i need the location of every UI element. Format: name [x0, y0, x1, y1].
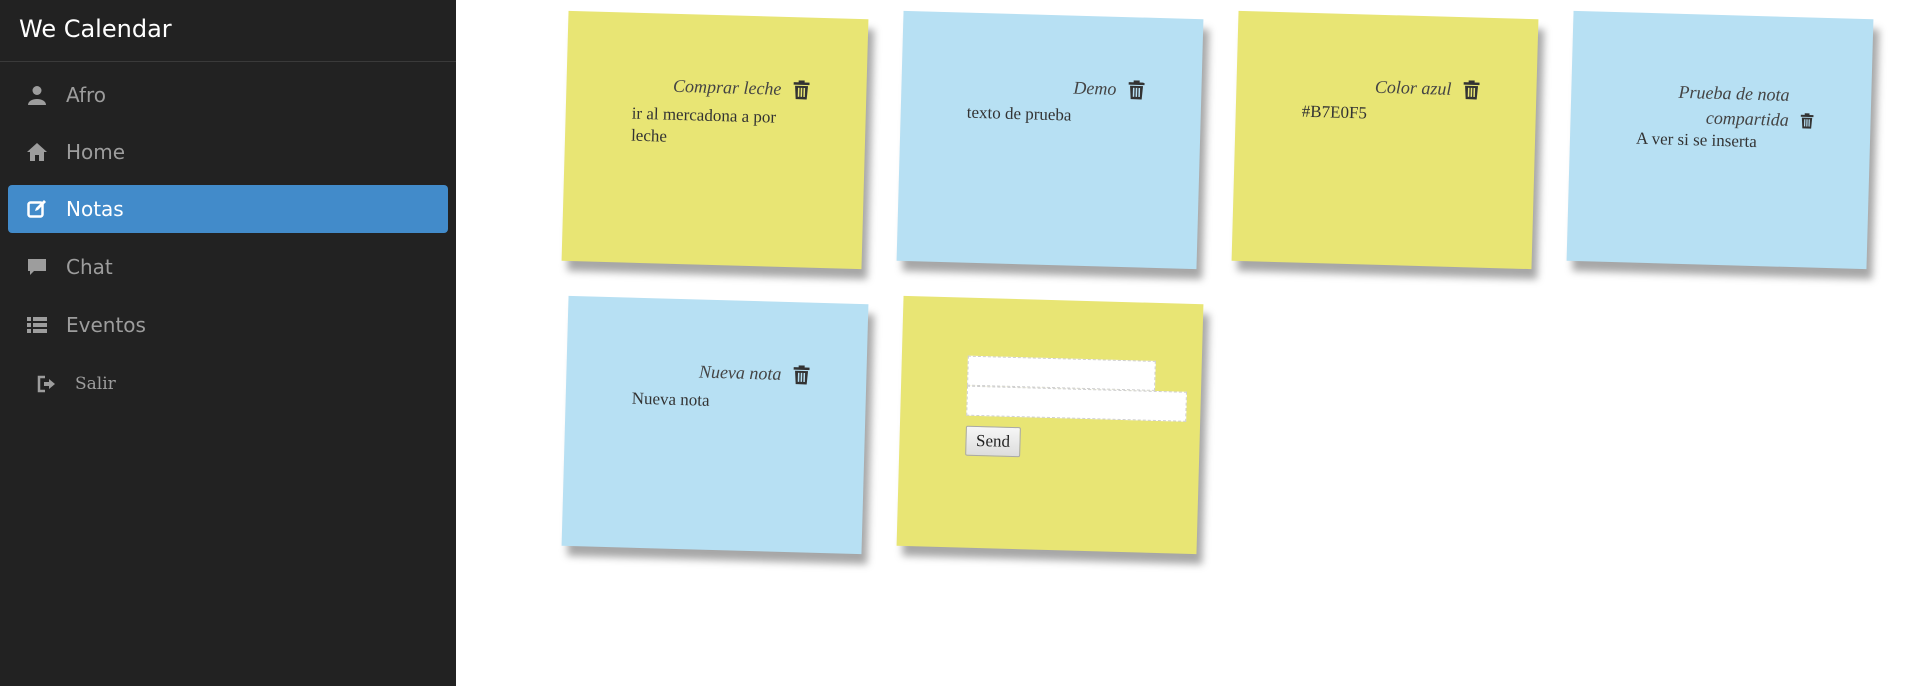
nav-item-label: Salir [75, 374, 116, 394]
logout-icon [34, 372, 58, 396]
nav-item-eventos[interactable]: Eventos [8, 301, 448, 349]
note-body: texto de prueba [966, 102, 1072, 125]
comment-icon [25, 255, 49, 279]
nav-item-home[interactable]: Home [8, 128, 448, 176]
trash-icon[interactable] [1463, 80, 1480, 100]
trash-icon[interactable] [1128, 80, 1145, 100]
trash-icon[interactable] [793, 80, 810, 100]
note-title: Comprar leche [672, 75, 782, 99]
sidebar: We Calendar Afro Home Notas Chat Eventos [0, 0, 456, 686]
nav-item-salir[interactable]: Salir [8, 360, 448, 408]
edit-icon [25, 197, 49, 221]
note-card[interactable]: Demo texto de prueba [896, 10, 1204, 270]
nav-item-chat[interactable]: Chat [8, 243, 448, 291]
note-card[interactable]: Nueva nota Nueva nota [561, 295, 869, 555]
nav-item-label: Home [66, 140, 126, 164]
nav-item-label: Notas [66, 197, 124, 221]
trash-icon[interactable] [1800, 111, 1814, 130]
new-note-card: Send [896, 295, 1204, 555]
list-icon [25, 313, 49, 337]
trash-icon[interactable] [793, 365, 810, 385]
home-icon [25, 140, 49, 164]
note-title: Color azul [1374, 76, 1452, 99]
note-card[interactable]: Color azul #B7E0F5 [1231, 10, 1539, 270]
note-body: A ver si se inserta [1635, 128, 1758, 152]
nav-item-notas[interactable]: Notas [8, 185, 448, 233]
send-button[interactable]: Send [965, 425, 1021, 458]
app-title[interactable]: We Calendar [0, 0, 456, 62]
nav-item-label: Afro [66, 83, 107, 107]
note-body: ir al mercadona a por leche [630, 103, 777, 146]
user-icon [25, 83, 49, 107]
nav-item-label: Chat [66, 255, 113, 279]
nav-item-afro[interactable]: Afro [8, 71, 448, 119]
nav-item-label: Eventos [66, 313, 146, 337]
note-body: #B7E0F5 [1301, 101, 1368, 123]
new-note-body-input[interactable] [966, 385, 1187, 422]
note-title: Nueva nota [698, 361, 782, 384]
note-card[interactable]: Prueba de nota compartida A ver si se in… [1566, 10, 1874, 270]
note-card[interactable]: Comprar leche ir al mercadona a por lech… [561, 10, 869, 270]
note-title: Prueba de nota compartida [1678, 81, 1790, 130]
note-title: Demo [1073, 77, 1117, 99]
note-body: Nueva nota [631, 388, 710, 410]
